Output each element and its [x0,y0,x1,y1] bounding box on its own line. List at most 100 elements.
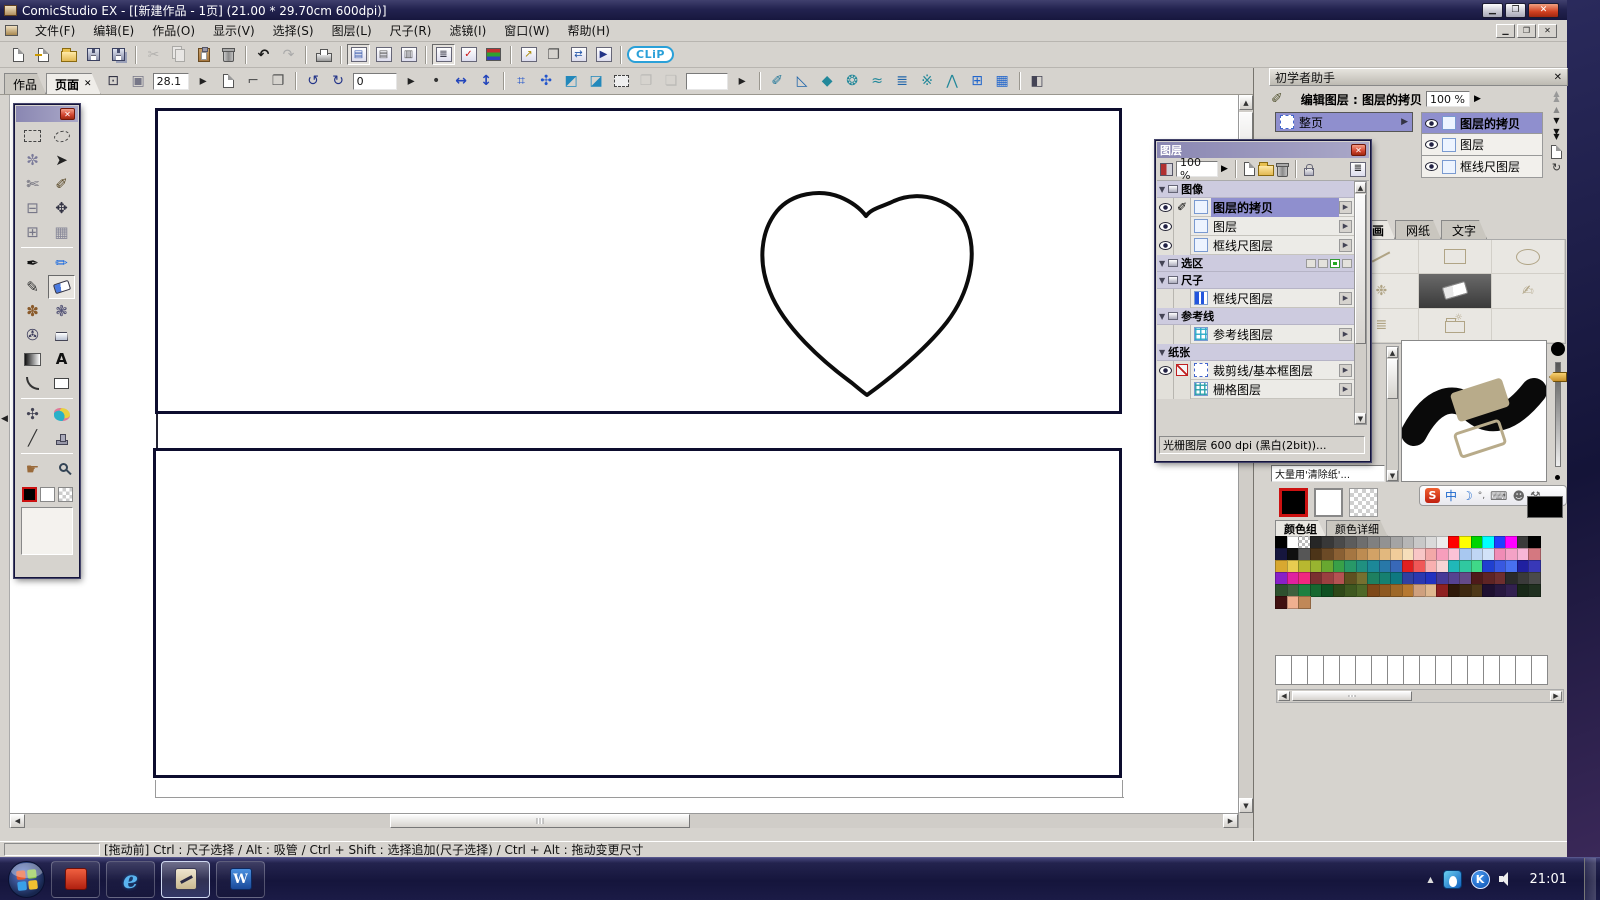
tone-tool[interactable] [48,402,75,426]
rotation-field[interactable]: 0 [353,73,397,90]
assist-ink-pen-tool[interactable]: ✍ [1492,274,1565,308]
node-edit-tool[interactable]: ✣ [19,402,46,426]
copy-icon[interactable] [167,44,190,65]
tab-page[interactable]: 页面✕ [46,73,101,94]
ruler-pen-icon[interactable]: ✐ [766,71,789,92]
swatch-slot[interactable] [1387,655,1404,685]
close-button[interactable]: ✕ [1528,3,1559,18]
edit-cell[interactable] [1174,217,1191,236]
sogou-logo-icon[interactable]: S [1425,488,1440,503]
swatch-slot[interactable] [1339,655,1356,685]
assistant-layer-row[interactable]: 图层 [1421,134,1543,156]
redo-icon[interactable]: ↷ [277,44,300,65]
tray-expand-icon[interactable]: ▲ [1427,875,1433,884]
current-color-swatch[interactable] [1527,496,1563,518]
stamp-tool[interactable] [48,426,75,450]
box-select-tool[interactable]: ▦ [48,220,75,244]
eraser-size-slider[interactable] [1550,340,1567,482]
assist-eraser-tool[interactable] [1419,274,1492,308]
swatch-slot[interactable] [1499,655,1516,685]
brush-tool[interactable]: ✽ [19,299,46,323]
set-square-icon[interactable]: ◺ [791,71,814,92]
taskbar-comicstudio[interactable] [161,861,210,898]
clip-button[interactable]: CLiP [627,44,674,65]
pen-holder-tool[interactable]: ✐ [48,172,75,196]
rotate-cw-icon[interactable]: ↻ [327,71,350,92]
pencil-tool[interactable]: ✏ [48,251,75,275]
taskbar-reader-app[interactable] [51,861,100,898]
radial-ruler-icon[interactable]: ※ [916,71,939,92]
paste-icon[interactable] [192,44,215,65]
new-page-icon[interactable] [7,44,30,65]
clock[interactable]: 21:01 [1522,872,1575,887]
pen-tool[interactable]: ✒ [19,251,46,275]
dup-window-icon[interactable]: ❐ [542,44,565,65]
menu-o[interactable]: 作品(O) [143,20,204,41]
tray-messenger-icon[interactable] [1443,870,1462,889]
swatch-slot[interactable] [1531,655,1548,685]
layer-row[interactable]: 参考线图层▶ [1157,325,1354,344]
canvas[interactable] [10,95,1238,813]
print-icon[interactable] [312,44,335,65]
menu-r[interactable]: 尺子(R) [381,20,441,41]
color-tab-颜色详细[interactable]: 颜色详细 [1326,520,1388,537]
swatch-slot[interactable] [1307,655,1324,685]
curve-tool[interactable] [19,371,46,395]
ime-halfwidth-icon[interactable]: ☽ [1462,489,1473,503]
scroll-left-button[interactable]: ◀ [10,814,25,828]
swatch-slot[interactable] [1275,655,1292,685]
rotate-ccw-icon[interactable]: ↺ [302,71,325,92]
layer-row[interactable]: 框线尺图层▶ [1157,289,1354,308]
page-corner-icon[interactable]: ⌐ [242,71,265,92]
swatch-slot[interactable] [1403,655,1420,685]
transparent-color-swatch[interactable] [1349,488,1378,517]
edit-cell[interactable] [1174,325,1191,344]
layer-row[interactable]: 框线尺图层▶ [1157,236,1354,255]
minimize-button[interactable]: ▁ [1482,3,1503,18]
layer-menu-badge[interactable]: ▶ [1339,201,1352,214]
parallel-ruler-icon[interactable]: ≣ [891,71,914,92]
flip-v-icon[interactable]: ↕ [475,71,498,92]
layer-row[interactable]: ✐图层的拷贝▶ [1157,198,1354,217]
marker-tool[interactable]: ✎ [19,275,46,299]
background-color-swatch[interactable] [1314,488,1343,517]
visibility-cell[interactable] [1157,289,1174,308]
edit-cell[interactable] [1174,380,1191,399]
grid-ruler-icon[interactable]: ⊞ [966,71,989,92]
hand-tool[interactable]: ☛ [19,457,46,481]
layer-group-图像[interactable]: ▼图像 [1157,181,1354,198]
layers-close-icon[interactable]: ✕ [1351,144,1366,156]
marquee-tool[interactable] [19,124,46,148]
zoom-tool[interactable] [48,457,75,481]
text-tool[interactable]: A [48,347,75,371]
slider-handle[interactable] [1549,372,1567,382]
eye-icon[interactable] [1425,140,1438,149]
mdi-restore-button[interactable]: ❐ [1517,24,1536,38]
layer-menu-badge[interactable]: ▶ [1339,292,1352,305]
dot-icon[interactable]: • [425,71,448,92]
maximize-button[interactable]: ❐ [1505,3,1526,18]
foreground-color-swatch[interactable] [1279,488,1308,517]
symmetry-ruler-icon[interactable]: ⋀ [941,71,964,92]
pattern-brush-tool[interactable]: ❃ [48,299,75,323]
menu-s[interactable]: 选择(S) [264,20,323,41]
layer-group-参考线[interactable]: ▼参考线 [1157,308,1354,325]
layers-scrollbar[interactable]: ▲ ▼ [1354,181,1367,425]
edit-cell[interactable] [1174,361,1191,380]
eye-icon[interactable] [1425,162,1438,171]
ime-keyboard-icon[interactable]: ⌨ [1490,489,1507,503]
mdi-close-button[interactable]: ✕ [1538,24,1557,38]
assistant-refresh-icon[interactable]: ↻ [1552,165,1561,170]
group-collapse-icon[interactable]: ▼ [1159,312,1165,321]
assistant-page-item[interactable]: 整页 ▶ [1275,112,1413,132]
swatch-slot[interactable] [1451,655,1468,685]
curve-ruler-icon[interactable]: ≈ [866,71,889,92]
visibility-cell[interactable] [1157,361,1174,380]
palette-bg-swatch[interactable] [40,487,55,502]
cut-icon[interactable]: ✂ [142,44,165,65]
swatch-strip-scrollbar[interactable]: ◀ ▶ [1276,689,1564,703]
ruler-line-tool[interactable]: ╱ [19,426,46,450]
preset-field[interactable] [686,73,728,90]
fit-page-icon[interactable] [217,71,240,92]
scroll-up-icon[interactable]: ▲ [1553,107,1559,112]
